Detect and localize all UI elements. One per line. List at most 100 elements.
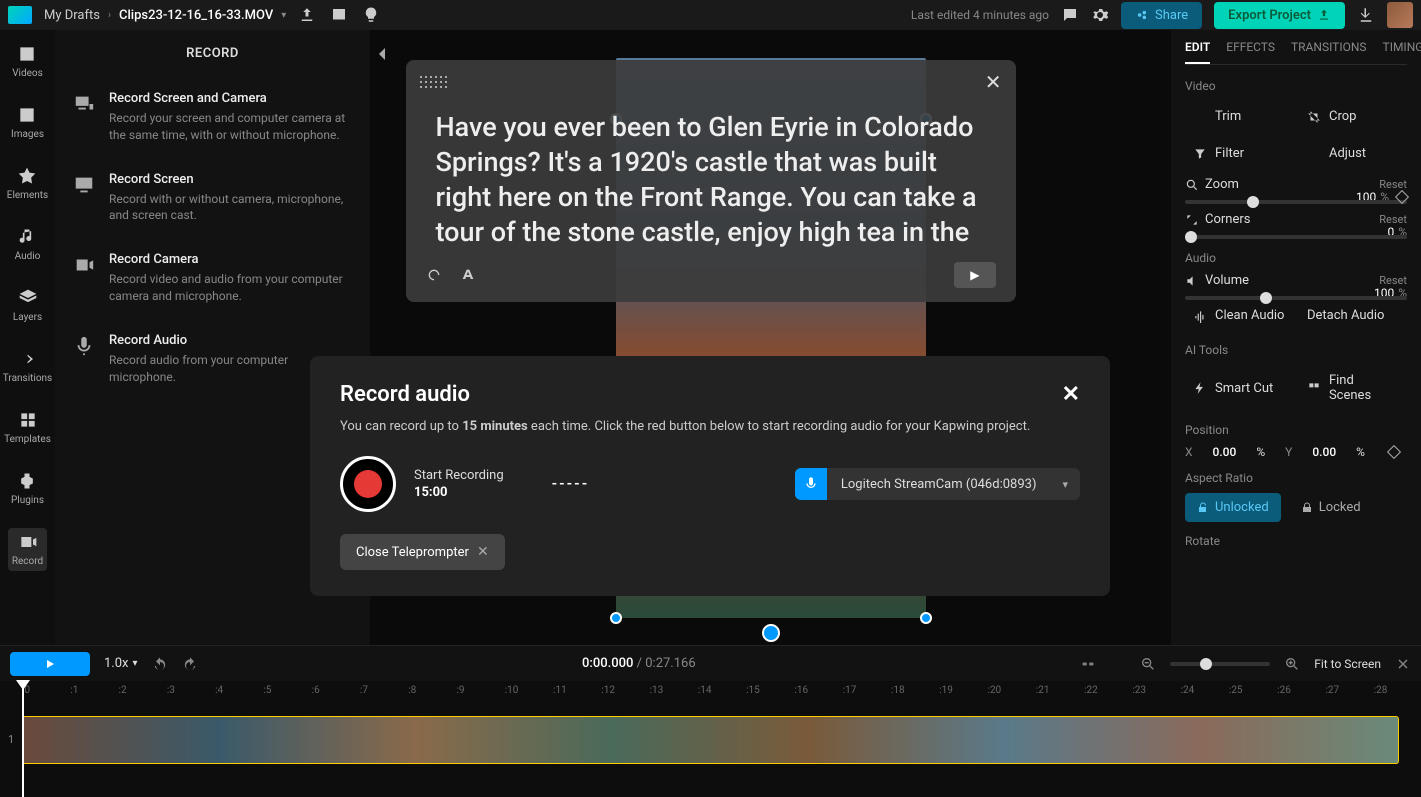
nav-plugins[interactable]: Plugins — [7, 467, 48, 510]
share-button[interactable]: Share — [1121, 2, 1202, 29]
close-timeline-icon[interactable] — [1395, 656, 1411, 672]
ruler-tick: :5 — [263, 685, 271, 696]
clean-audio-button[interactable]: Clean Audio — [1185, 300, 1293, 331]
pos-y[interactable]: 0.00 — [1312, 445, 1336, 459]
volume-slider[interactable] — [1185, 296, 1407, 300]
nav-templates[interactable]: Templates — [0, 406, 55, 449]
nav-images[interactable]: Images — [7, 101, 48, 144]
teleprompter-play[interactable]: ▶ — [954, 262, 995, 288]
smartcut-button[interactable]: Smart Cut — [1185, 365, 1293, 411]
findscenes-button[interactable]: Find Scenes — [1299, 365, 1407, 411]
panel-title: RECORD — [55, 30, 370, 77]
chevron-down-icon[interactable]: ▾ — [1050, 470, 1080, 499]
speed-selector[interactable]: 1.0x▾ — [104, 656, 138, 671]
play-button[interactable] — [10, 652, 90, 676]
section-position: Position — [1185, 423, 1407, 437]
record-option-screen-camera[interactable]: Record Screen and CameraRecord your scre… — [55, 77, 370, 158]
pos-x[interactable]: 0.00 — [1213, 445, 1237, 459]
drag-grip-icon[interactable] — [420, 76, 447, 88]
unlock-icon — [1197, 502, 1209, 514]
right-tabs: EDIT EFFECTS TRANSITIONS TIMING — [1185, 40, 1407, 65]
tab-timing[interactable]: TIMING — [1383, 40, 1421, 64]
ruler-tick: :4 — [215, 685, 223, 696]
download-icon[interactable] — [1357, 6, 1375, 24]
nav-videos[interactable]: Videos — [8, 40, 47, 83]
section-video: Video — [1185, 79, 1407, 93]
chevron-down-icon[interactable]: ▾ — [281, 10, 286, 21]
breadcrumb: My Drafts › Clips23-12-16_16-33.MOV ▾ — [44, 8, 286, 23]
zoom-icon — [1185, 178, 1199, 192]
nav-layers[interactable]: Layers — [9, 284, 46, 327]
close-teleprompter-button[interactable]: Close Teleprompter✕ — [340, 534, 505, 570]
breadcrumb-clip[interactable]: Clips23-12-16_16-33.MOV — [119, 8, 273, 23]
adjust-button[interactable]: Adjust — [1299, 138, 1407, 169]
teleprompter-close[interactable]: ✕ — [985, 70, 1002, 94]
tab-transitions[interactable]: TRANSITIONS — [1291, 40, 1367, 64]
teleprompter[interactable]: ✕ Have you ever been to Glen Eyrie in Co… — [406, 60, 1016, 302]
resize-handle-br[interactable] — [920, 612, 932, 624]
font-size-icon[interactable] — [460, 267, 476, 283]
avatar[interactable] — [1387, 2, 1413, 28]
back-arrow-icon[interactable] — [370, 42, 394, 66]
modal-close[interactable]: ✕ — [1062, 382, 1080, 407]
ruler-tick: :19 — [939, 685, 953, 696]
bolt-icon — [1193, 381, 1207, 395]
playhead[interactable] — [22, 681, 24, 797]
ruler-tick: :17 — [843, 685, 857, 696]
redo-icon[interactable] — [182, 656, 198, 672]
breadcrumb-drafts[interactable]: My Drafts — [44, 8, 100, 23]
video-track[interactable] — [22, 716, 1399, 764]
ruler-tick: :2 — [119, 685, 127, 696]
crop-button[interactable]: Crop — [1299, 101, 1407, 132]
ruler-tick: :12 — [601, 685, 615, 696]
record-option-camera[interactable]: Record CameraRecord video and audio from… — [55, 238, 370, 319]
undo-icon[interactable] — [152, 656, 168, 672]
mic-active-icon — [795, 468, 827, 500]
comment-icon[interactable] — [1061, 6, 1079, 24]
aspect-locked[interactable]: Locked — [1289, 493, 1373, 522]
detach-audio-button[interactable]: Detach Audio — [1299, 300, 1407, 331]
record-audio-modal: Record audio ✕ You can record up to 15 m… — [310, 356, 1110, 596]
trim-timeline-icon[interactable] — [1110, 656, 1126, 672]
filter-button[interactable]: Filter — [1185, 138, 1293, 169]
gear-icon[interactable] — [1091, 6, 1109, 24]
mic-icon — [73, 335, 95, 357]
record-button[interactable] — [340, 456, 396, 512]
timeline-zoom-slider[interactable] — [1170, 662, 1270, 666]
record-option-screen[interactable]: Record ScreenRecord with or without came… — [55, 158, 370, 239]
snap-icon[interactable] — [1080, 656, 1096, 672]
ruler-tick: :22 — [1084, 685, 1098, 696]
resize-handle-bl[interactable] — [610, 612, 622, 624]
export-button[interactable]: Export Project — [1214, 2, 1345, 29]
subtitles-icon[interactable] — [330, 6, 348, 24]
fit-to-screen[interactable]: Fit to Screen — [1314, 657, 1381, 671]
tab-effects[interactable]: EFFECTS — [1226, 40, 1275, 64]
track-number: 1 — [8, 733, 14, 746]
zoom-slider[interactable] — [1185, 200, 1407, 204]
nav-audio[interactable]: Audio — [11, 223, 45, 266]
rotate-handle[interactable] — [762, 624, 780, 642]
nav-elements[interactable]: Elements — [3, 162, 52, 205]
lightbulb-icon[interactable] — [362, 6, 380, 24]
timeline[interactable]: :0:1:2:3:4:5:6:7:8:9:10:11:12:13:14:15:1… — [0, 681, 1421, 797]
corners-icon — [1185, 213, 1199, 227]
volume-icon — [1185, 274, 1199, 288]
nav-transitions[interactable]: Transitions — [0, 345, 56, 388]
close-icon: ✕ — [477, 544, 489, 560]
timeline-ruler[interactable]: :0:1:2:3:4:5:6:7:8:9:10:11:12:13:14:15:1… — [10, 681, 1411, 701]
ruler-tick: :10 — [505, 685, 519, 696]
upload-icon[interactable] — [298, 6, 316, 24]
tab-edit[interactable]: EDIT — [1185, 40, 1210, 64]
mic-selector[interactable]: Logitech StreamCam (046d:0893) ▾ — [795, 468, 1080, 500]
speed-icon[interactable] — [426, 267, 442, 283]
aspect-unlocked[interactable]: Unlocked — [1185, 493, 1281, 522]
nav-record[interactable]: Record — [8, 528, 47, 571]
section-audio: Audio — [1185, 251, 1407, 265]
keyframe-pos[interactable] — [1387, 445, 1401, 459]
zoom-out-icon[interactable] — [1140, 656, 1156, 672]
start-recording-label: Start Recording — [414, 468, 504, 483]
corners-slider[interactable] — [1185, 235, 1407, 239]
trim-button[interactable]: Trim — [1185, 101, 1293, 132]
zoom-in-icon[interactable] — [1284, 656, 1300, 672]
left-nav: Videos Images Elements Audio Layers Tran… — [0, 30, 55, 645]
